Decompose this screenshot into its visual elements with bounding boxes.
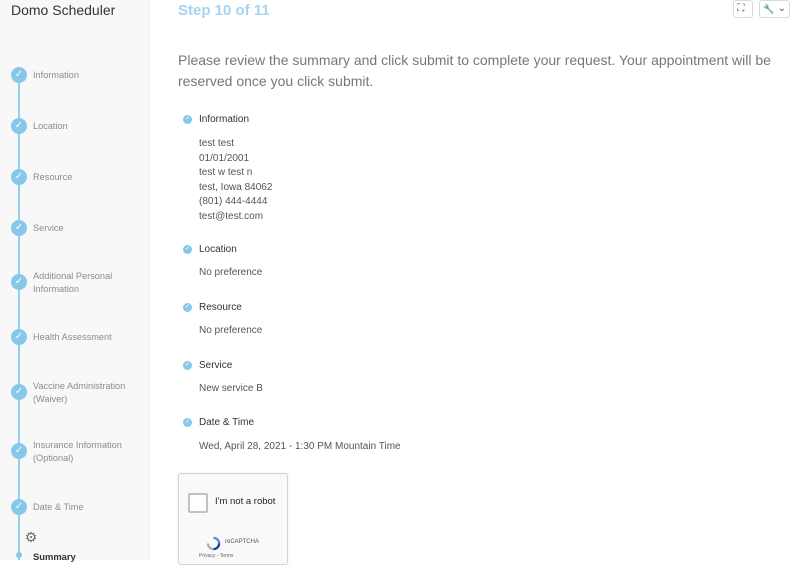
- recaptcha-widget: I'm not a robot reCAPTCHA Privacy - Term…: [178, 473, 288, 565]
- current-step-dot: [16, 552, 22, 558]
- section-title: Service: [199, 360, 233, 371]
- sidebar-step-label: Vaccine Administration (Waiver): [33, 381, 126, 404]
- sidebar-step-label: Date & Time: [33, 502, 84, 512]
- sidebar-step-resource[interactable]: ✓ Resource: [0, 168, 149, 202]
- section-title: Location: [199, 244, 237, 255]
- sidebar-step-additional-personal-information[interactable]: ✓ Additional Personal Information: [0, 268, 149, 302]
- check-icon: ✓: [11, 384, 27, 400]
- toolbar: ⛶ 🔧 ⌄: [733, 0, 790, 18]
- check-icon: ✓: [11, 118, 27, 134]
- recaptcha-logo-icon: [206, 536, 221, 551]
- sidebar-step-label: Insurance Information (Optional): [33, 440, 122, 463]
- detail-line: (801) 444-4444: [199, 196, 268, 207]
- check-icon: ✓: [11, 274, 27, 290]
- section-details: No preference: [199, 324, 262, 339]
- check-icon: ✓: [11, 443, 27, 459]
- gear-icon[interactable]: ⚙: [24, 530, 38, 544]
- section-details: No preference: [199, 266, 262, 281]
- check-icon: ✓: [11, 499, 27, 515]
- section-title: Resource: [199, 302, 242, 313]
- settings-menu-button[interactable]: 🔧 ⌄: [759, 0, 790, 18]
- step-indicator: Step 10 of 11: [178, 2, 270, 19]
- detail-line: No preference: [199, 325, 263, 336]
- recaptcha-label: I'm not a robot: [215, 496, 276, 507]
- sidebar-step-insurance-information[interactable]: ✓ Insurance Information (Optional): [0, 437, 149, 471]
- detail-line: Wed, April 28, 2021 - 1:30 PM Mountain T…: [199, 441, 401, 452]
- fullscreen-button[interactable]: ⛶: [733, 0, 754, 18]
- sidebar-step-label: Location: [33, 121, 68, 131]
- detail-line: test w test n: [199, 167, 253, 178]
- detail-line: No preference: [199, 267, 263, 278]
- section-details: Wed, April 28, 2021 - 1:30 PM Mountain T…: [199, 440, 401, 455]
- sidebar-step-label: Resource: [33, 172, 73, 182]
- step-sidebar: Domo Scheduler ✓ Information ✓ Location …: [0, 0, 150, 562]
- check-icon: ✓: [11, 169, 27, 185]
- sidebar-step-label: Information: [33, 70, 79, 80]
- check-icon: ✓: [183, 361, 192, 370]
- recaptcha-terms-link[interactable]: Privacy - Terms: [199, 553, 233, 559]
- wrench-icon: 🔧: [763, 4, 775, 14]
- recaptcha-brand: reCAPTCHA: [225, 539, 260, 545]
- sidebar-step-information[interactable]: ✓ Information: [0, 66, 149, 100]
- sidebar-step-location[interactable]: ✓ Location: [0, 117, 149, 151]
- check-icon: ✓: [183, 303, 192, 312]
- detail-line: New service B: [199, 383, 263, 394]
- section-details: New service B: [199, 382, 263, 397]
- app-title: Domo Scheduler: [11, 2, 116, 18]
- section-details: test test 01/01/2001 test w test n test,…: [199, 137, 272, 224]
- summary-intro: Please review the summary and click subm…: [178, 52, 771, 89]
- chevron-down-icon: ⌄: [777, 3, 786, 14]
- check-icon: ✓: [183, 115, 192, 124]
- sidebar-step-label: Health Assessment: [33, 332, 112, 342]
- check-icon: ✓: [11, 67, 27, 83]
- sidebar-step-summary[interactable]: Summary: [33, 551, 76, 562]
- check-icon: ✓: [183, 418, 192, 427]
- detail-line: test, Iowa 84062: [199, 181, 273, 193]
- check-icon: ✓: [11, 220, 27, 236]
- detail-line: test test: [199, 138, 235, 149]
- detail-line: test@test.com: [199, 210, 264, 222]
- summary-panel: Step 10 of 11 ⛶ 🔧 ⌄ Please review the su…: [150, 0, 791, 565]
- section-title: Information: [199, 114, 250, 125]
- check-icon: ✓: [183, 245, 192, 254]
- detail-line: 01/01/2001: [199, 152, 250, 164]
- sidebar-step-service[interactable]: ✓ Service: [0, 219, 149, 253]
- check-icon: ✓: [11, 329, 27, 345]
- sidebar-step-vaccine-administration[interactable]: ✓ Vaccine Administration (Waiver): [0, 378, 149, 412]
- section-title: Date & Time: [199, 417, 255, 428]
- sidebar-step-label: Additional Personal Information: [33, 271, 113, 294]
- sidebar-step-date-time[interactable]: ✓ Date & Time: [0, 498, 149, 532]
- sidebar-step-health-assessment[interactable]: ✓ Health Assessment: [0, 328, 149, 362]
- sidebar-step-label: Service: [33, 223, 64, 233]
- recaptcha-checkbox[interactable]: [188, 493, 208, 513]
- fullscreen-icon: ⛶: [737, 3, 745, 14]
